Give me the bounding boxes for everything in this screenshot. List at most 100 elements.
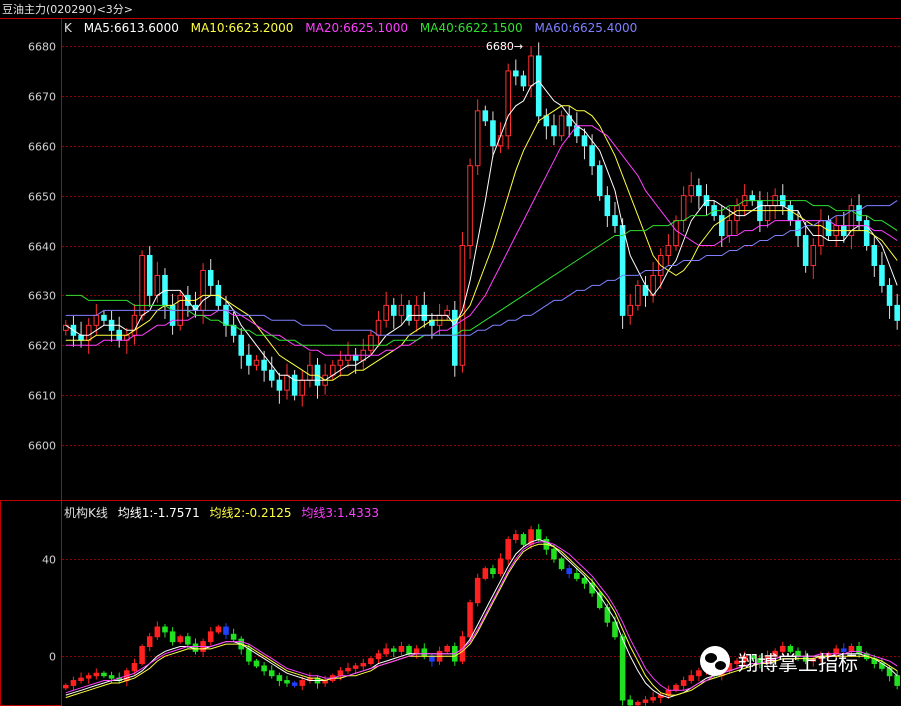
main-candle-body [879, 264, 885, 286]
main-candle-body [337, 359, 344, 366]
main-candle-body [452, 309, 458, 366]
main-candle-body [871, 245, 878, 266]
main-candle-body [375, 319, 382, 336]
main-candle-body [413, 304, 420, 321]
main-candle-body [589, 145, 595, 167]
main-candle-body [886, 284, 893, 306]
ind-candle-body [101, 672, 107, 677]
main-candle-body [482, 110, 489, 122]
ind-candle-body [261, 665, 267, 672]
ind-candle-body [215, 626, 222, 633]
ind-candle-body [78, 677, 84, 682]
ind-candle-body [276, 675, 283, 682]
main-candle-body [604, 195, 611, 217]
main-candle-body [810, 245, 817, 266]
main-candle-body [520, 75, 527, 87]
ind-candle-body [70, 680, 77, 686]
main-candle-body [764, 205, 771, 222]
main-candle-body [726, 220, 733, 237]
main-candle-body [718, 215, 725, 237]
ind-candle-body [627, 699, 634, 706]
main-candle-body [291, 374, 298, 396]
ind-candle-body [352, 665, 359, 669]
ind-candle-body [207, 631, 214, 643]
max-price-annotation: 6680→ [486, 40, 523, 53]
ind-candle-body [558, 558, 565, 570]
main-candle-body [787, 205, 794, 222]
main-candle-body [223, 304, 229, 326]
main-candle-body [795, 220, 801, 237]
main-candle-body [665, 245, 672, 256]
ind-candle-body [444, 645, 450, 652]
ind-candle-body [520, 534, 527, 545]
main-candle-body [490, 120, 496, 147]
main-candle-body [207, 269, 214, 286]
main-y-tick-label: 6670 [28, 91, 56, 104]
main-candle-body [696, 185, 702, 197]
main-y-tick-label: 6650 [28, 191, 56, 204]
ind-candle-body [337, 670, 344, 677]
main-candle-body [581, 135, 588, 147]
ind-candle-body [368, 658, 374, 665]
ind-candle-body [162, 626, 168, 633]
main-candle-body [299, 379, 306, 396]
ind-candle-body [85, 675, 92, 679]
main-candle-body [268, 369, 275, 381]
ind-candle-body [398, 645, 405, 652]
main-candle-body [528, 55, 534, 87]
main-candle-body [398, 304, 405, 316]
main-candle-body [93, 314, 100, 326]
main-candle-body [383, 304, 389, 321]
ind-candle-body [131, 663, 138, 672]
main-candle-body [85, 324, 92, 341]
main-candle-body [535, 55, 542, 117]
ind-candle-body [360, 663, 367, 667]
ind-candle-body [497, 558, 504, 575]
ind-candle-body [650, 697, 656, 701]
main-candle-body [246, 354, 252, 366]
ind-candle-body [467, 602, 473, 638]
ind-candle-body [535, 529, 542, 540]
main-candle-body [856, 205, 862, 222]
main-candle-body [345, 354, 351, 361]
main-candle-body [650, 274, 656, 296]
main-candle-body [627, 304, 634, 316]
ind-candle-body [139, 645, 145, 665]
main-candle-body [619, 225, 626, 316]
ind-candle-body [642, 699, 649, 703]
ind-candle-body [383, 648, 389, 655]
main-candle-body [284, 374, 290, 391]
main-candle-body [825, 220, 832, 237]
main-y-tick-label: 6680 [28, 41, 56, 54]
ind-candle-body [894, 675, 900, 686]
ind-candle-body [246, 648, 252, 662]
ind-candle-body [375, 653, 382, 660]
main-candle-body [749, 195, 756, 202]
main-candle-body [368, 334, 374, 351]
main-candle-body [558, 115, 565, 137]
main-candle-body [894, 304, 900, 321]
ind-candle-body [406, 645, 412, 655]
ind-candle-body [154, 626, 161, 638]
main-candle-body [635, 284, 641, 306]
chart-canvas[interactable]: 6600 6610 6620 6630 6640 6650 6660 6670 6680 6680… [0, 0, 901, 706]
ind-candle-body [169, 631, 176, 643]
ind-candle-body [146, 636, 153, 647]
ind-candle-body [421, 648, 428, 657]
ind-candle-body [390, 648, 397, 652]
ind-candle-body [619, 636, 626, 701]
main-candle-body [421, 304, 428, 321]
main-candle-body [154, 274, 161, 296]
main-candle-body [596, 165, 603, 197]
ind-candle-body [513, 534, 519, 540]
ind-candle-body [345, 667, 351, 672]
ind-candle-body [177, 636, 184, 643]
main-y-tick-label: 6620 [28, 340, 56, 353]
ind-candle-body [223, 626, 229, 635]
ind-candle-body [230, 633, 237, 640]
main-series-3 [65, 125, 898, 356]
main-candle-body [612, 215, 618, 227]
main-candle-body [253, 359, 260, 366]
main-candle-body [551, 125, 557, 137]
main-candle-body [818, 220, 824, 247]
